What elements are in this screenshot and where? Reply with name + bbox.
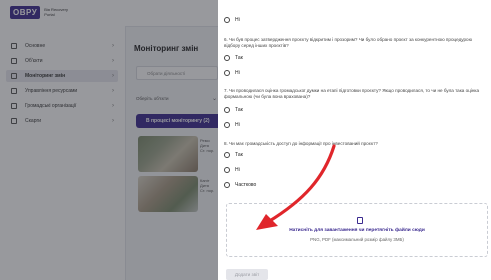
radio-option-yes[interactable]: Так <box>224 107 243 113</box>
radio-button[interactable] <box>224 107 230 113</box>
add-report-button[interactable]: Додати звіт <box>226 269 268 280</box>
radio-button[interactable] <box>224 55 230 61</box>
radio-button[interactable] <box>224 70 230 76</box>
radio-label: Ні <box>235 122 240 128</box>
radio-option-no[interactable]: Ні <box>224 17 240 23</box>
radio-button[interactable] <box>224 152 230 158</box>
file-upload-icon <box>357 217 363 224</box>
radio-option-yes[interactable]: Так <box>224 55 243 61</box>
radio-option-no[interactable]: Ні <box>224 70 240 76</box>
radio-label: Ні <box>235 70 240 76</box>
radio-label: Так <box>235 55 243 61</box>
radio-button[interactable] <box>224 122 230 128</box>
radio-button[interactable] <box>224 182 230 188</box>
question-6: 6. Чи був процес затвердження проєкту ві… <box>224 37 473 48</box>
radio-label: Так <box>235 107 243 113</box>
radio-option-no[interactable]: Ні <box>224 122 240 128</box>
radio-button[interactable] <box>224 17 230 23</box>
question-7: 7. Чи проводилася оцінка громадської дум… <box>224 88 480 99</box>
radio-label: Ні <box>235 17 240 23</box>
arrow-annotation-icon <box>256 144 336 230</box>
radio-button[interactable] <box>224 167 230 173</box>
